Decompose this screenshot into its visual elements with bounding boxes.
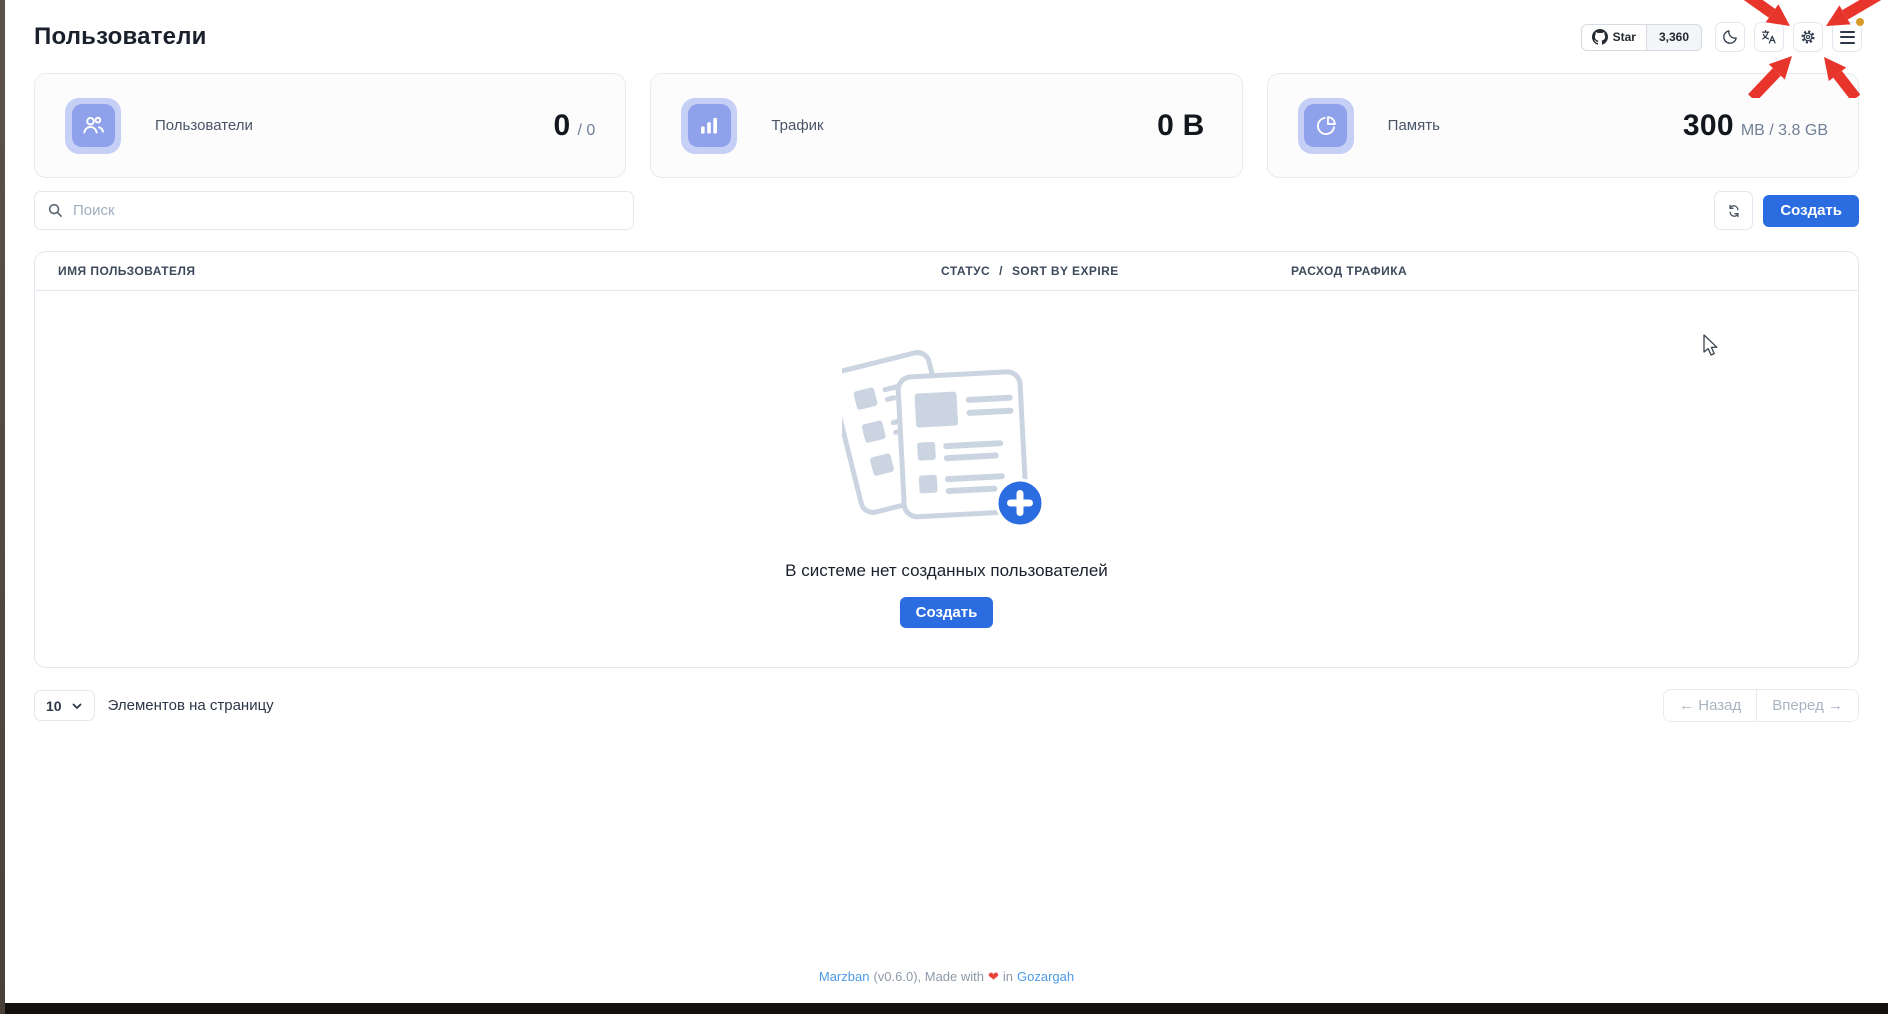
column-header-username[interactable]: ИМЯ ПОЛЬЗОВАТЕЛЯ: [35, 264, 941, 278]
window-left-border: [0, 0, 5, 1014]
stat-card-memory: Память 300 MB / 3.8 GB: [1267, 73, 1859, 178]
search-icon: [47, 202, 64, 219]
hamburger-icon: [1840, 31, 1855, 44]
github-octocat-icon: [1592, 29, 1608, 45]
heart-icon: ❤: [988, 969, 999, 985]
window-bottom-border: [5, 1003, 1888, 1014]
github-star-widget[interactable]: Star 3,360: [1581, 24, 1702, 51]
moon-icon: [1721, 28, 1739, 46]
pagination-bar: 10 Элементов на страницу ← Назад Вперед …: [34, 690, 1859, 721]
empty-users-illustration: [842, 345, 1052, 535]
stat-value: 0: [554, 109, 571, 143]
language-button[interactable]: [1754, 22, 1784, 52]
stat-label: Пользователи: [155, 117, 253, 134]
bar-chart-icon: [696, 113, 722, 139]
github-star-button[interactable]: Star: [1581, 24, 1647, 51]
chevron-down-icon: [71, 700, 83, 712]
column-header-status[interactable]: СТАТУС: [941, 264, 990, 278]
github-star-label: Star: [1613, 30, 1636, 44]
stat-value: 300: [1683, 109, 1734, 143]
table-empty-state: В системе нет созданных пользователей Со…: [35, 291, 1858, 668]
stat-card-traffic: Трафик 0 B: [650, 73, 1242, 178]
gear-icon: [1799, 28, 1817, 46]
translate-icon: [1760, 28, 1778, 46]
stats-row: Пользователи 0 / 0 Трафик: [34, 73, 1859, 178]
refresh-icon: [1725, 202, 1743, 220]
footer-in-text: in: [1003, 969, 1013, 985]
pagination-nav: ← Назад Вперед →: [1663, 689, 1859, 722]
footer: Marzban (v0.6.0), Made with ❤ in Gozarga…: [5, 969, 1888, 985]
stat-value: 0 B: [1157, 109, 1205, 143]
marzban-link[interactable]: Marzban: [819, 969, 870, 985]
stat-label: Память: [1388, 117, 1440, 134]
stat-sub-value: / 0: [578, 122, 596, 140]
toolbar: Создать: [34, 191, 1859, 230]
search-input[interactable]: [73, 202, 621, 219]
empty-state-message: В системе нет созданных пользователей: [785, 561, 1108, 581]
header-controls: Star 3,360: [1581, 22, 1862, 52]
page-size-select[interactable]: 10: [34, 690, 95, 721]
next-page-button[interactable]: Вперед →: [1756, 690, 1858, 721]
github-star-count[interactable]: 3,360: [1647, 24, 1702, 51]
notification-dot: [1856, 18, 1864, 26]
create-user-button[interactable]: Создать: [1763, 195, 1859, 227]
stat-sub-value: MB / 3.8 GB: [1741, 122, 1828, 140]
pie-chart-icon: [1313, 113, 1339, 139]
add-users-plus-icon: [997, 480, 1043, 526]
table-header-row: ИМЯ ПОЛЬЗОВАТЕЛЯ СТАТУС / SORT BY EXPIRE…: [35, 252, 1858, 291]
empty-state-create-button[interactable]: Создать: [900, 597, 994, 628]
users-table: ИМЯ ПОЛЬЗОВАТЕЛЯ СТАТУС / SORT BY EXPIRE…: [34, 251, 1859, 668]
footer-version-text: (v0.6.0), Made with: [873, 969, 984, 985]
dark-mode-button[interactable]: [1715, 22, 1745, 52]
refresh-button[interactable]: [1714, 191, 1753, 230]
column-header-sort-by-expire[interactable]: SORT BY EXPIRE: [1012, 264, 1119, 278]
settings-button[interactable]: [1793, 22, 1823, 52]
search-box[interactable]: [34, 191, 634, 230]
menu-button[interactable]: [1832, 22, 1862, 52]
column-header-traffic[interactable]: РАСХОД ТРАФИКА: [1291, 264, 1407, 278]
page-size-value: 10: [46, 698, 62, 714]
page-header: Пользователи Star 3,360: [5, 0, 1888, 52]
stat-card-users: Пользователи 0 / 0: [34, 73, 626, 178]
marzban-users-page: Пользователи Star 3,360: [0, 0, 1888, 1014]
users-icon: [80, 112, 107, 139]
column-header-divider: /: [999, 264, 1003, 278]
stat-label: Трафик: [771, 117, 823, 134]
page-title: Пользователи: [34, 23, 207, 51]
prev-page-button[interactable]: ← Назад: [1664, 690, 1756, 721]
page-size-label: Элементов на страницу: [108, 697, 274, 714]
gozargah-link[interactable]: Gozargah: [1017, 969, 1074, 985]
